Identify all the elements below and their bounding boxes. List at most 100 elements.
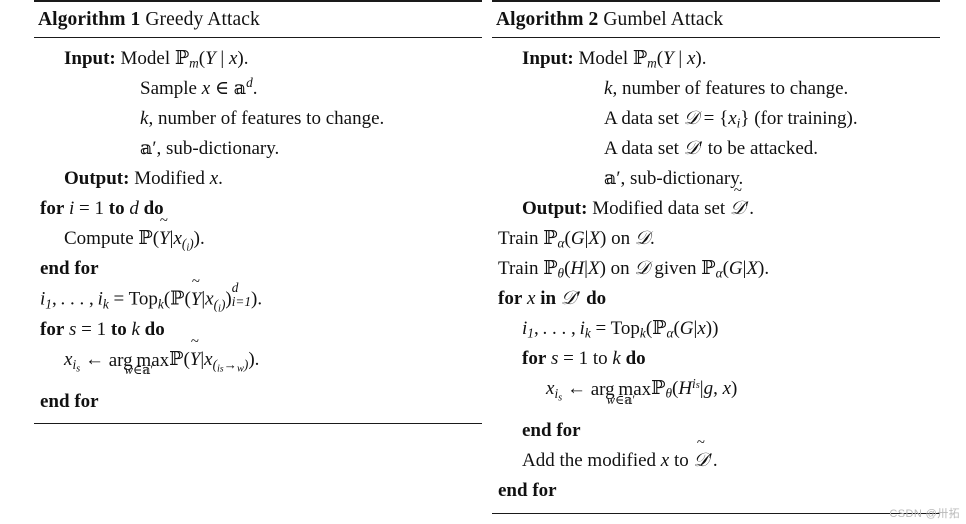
- keyword-model: Model: [120, 47, 171, 69]
- algorithm-2-line-argmax: xis ← arg max w∈𝕒′ ℙθ(His|g, x): [546, 375, 738, 407]
- keyword-end-for: end for: [40, 258, 99, 280]
- keyword-end-for: end for: [498, 480, 557, 502]
- math-argmax-operator: arg max w∈𝕒′: [590, 379, 652, 407]
- keyword-do: do: [144, 318, 165, 340]
- keyword-given: given: [654, 258, 697, 280]
- algorithm-2-line-k: k, number of features to change.: [604, 77, 849, 99]
- keyword-end-for: end for: [522, 420, 581, 442]
- keyword-for: for: [40, 318, 65, 340]
- algorithm-1-line-compute: Compute ℙ(Y|x(i)).: [34, 224, 482, 254]
- keyword-sample: Sample: [140, 77, 197, 99]
- text-number-of-features: , number of features to change.: [148, 107, 385, 129]
- algorithm-2-body: Input: Model ℙm(Y | x). k, number of fea…: [492, 38, 940, 512]
- keyword-train: Train: [498, 258, 539, 280]
- keyword-in: in: [540, 288, 557, 310]
- text-data-set: data set: [667, 198, 726, 220]
- keyword-model: Model: [578, 47, 629, 69]
- algorithm-1-title: Algorithm 1 Greedy Attack: [34, 2, 482, 37]
- algorithm-1-line-for-s: for s = 1 to k do: [40, 318, 165, 340]
- algorithm-2-line-for-x: for x in 𝒟′ do: [498, 288, 607, 310]
- algorithm-1-body: Input: Model ℙm(Y | x). Sample x ∈ 𝕒d. k…: [34, 38, 482, 423]
- text-modified: Modified: [134, 168, 205, 190]
- algorithm-1-line-for-i: for i = 1 to d do: [40, 198, 164, 220]
- math-dictionary-symbol: 𝕒: [604, 167, 617, 190]
- algorithm-2-bottom-rule: [492, 512, 940, 514]
- keyword-to: to: [110, 318, 127, 340]
- keyword-for: for: [40, 198, 65, 220]
- keyword-input: Input:: [522, 47, 574, 69]
- keyword-input: Input:: [64, 47, 116, 69]
- algorithm-2-line-output: Output: Modified data set 𝒟′.: [492, 194, 940, 224]
- text-add-the-modified: Add the modified: [522, 450, 657, 472]
- algorithm-1-line-sample: Sample x ∈ 𝕒d.: [140, 74, 258, 99]
- keyword-do: do: [625, 348, 646, 370]
- keyword-end-for: end for: [40, 390, 99, 412]
- algorithm-1-line-endfor-1: end for: [34, 254, 482, 284]
- math-topk-operator: Top: [128, 288, 158, 310]
- algorithm-1-line-endfor-2: end for: [34, 386, 482, 416]
- math-dataset-d: 𝒟: [683, 107, 699, 129]
- math-dataset-d-prime: 𝒟: [683, 137, 699, 159]
- algorithm-2-line-dataset-attack: A data set 𝒟′ to be attacked.: [604, 137, 819, 159]
- keyword-output: Output:: [522, 198, 588, 220]
- algorithm-2-line-subdict: 𝕒′, sub-dictionary.: [604, 167, 744, 190]
- algorithm-2-line-input: Input: Model ℙm(Y | x).: [522, 46, 707, 71]
- algorithm-2-line-add-modified: Add the modified x to 𝒟′.: [492, 446, 940, 476]
- text-number-of-features: , number of features to change.: [612, 77, 849, 99]
- algorithm-2-line-train-alpha: Train ℙα(G|X) on 𝒟.: [498, 227, 655, 251]
- algorithm-1-line-subdict: 𝕒′, sub-dictionary.: [140, 136, 280, 159]
- algorithm-1-line-k: k, number of features to change.: [140, 107, 385, 129]
- math-probability-symbol: ℙ: [543, 257, 558, 280]
- text-for-training: (for training).: [754, 107, 858, 129]
- text-sub-dictionary: , sub-dictionary.: [156, 137, 280, 159]
- algorithm-2-line-topk: i1, . . . , ik = Topk(ℙα(G|x)): [522, 317, 719, 342]
- algorithm-2-line-for-s: for s = 1 to k do: [522, 348, 646, 370]
- algorithm-1-line-topk: i1, . . . , ik = Topk(ℙ(Y|x(i))di=1).: [34, 281, 482, 315]
- algorithm-2-line-endfor-outer: end for: [492, 476, 940, 506]
- algorithm-1-line-argmax: xis ← arg max w∈𝕒′ ℙ(Y|x(is→w)).: [34, 344, 482, 386]
- keyword-to: to: [592, 348, 608, 370]
- algorithm-1-line-output: Output: Modified x.: [64, 168, 223, 190]
- math-argmax-operator: arg max w∈𝕒′: [108, 349, 170, 378]
- text-a-data-set: A data set: [604, 107, 679, 129]
- keyword-for: for: [498, 288, 523, 310]
- text-modified: Modified: [592, 198, 663, 220]
- algorithm-columns: Algorithm 1 Greedy Attack Input: Model ℙ…: [0, 0, 966, 514]
- text-sub-dictionary: , sub-dictionary.: [620, 168, 744, 190]
- text-to-be-attacked: to be attacked.: [707, 137, 819, 159]
- algorithm-2-label: Algorithm 2: [496, 9, 599, 30]
- math-topk-operator: Top: [610, 318, 640, 340]
- math-probability-symbol: ℙ: [138, 227, 153, 250]
- math-dataset-d-tilde: 𝒟: [730, 194, 745, 223]
- keyword-to: to: [673, 450, 689, 472]
- keyword-do: do: [586, 288, 607, 310]
- math-probability-symbol: ℙ: [543, 227, 558, 250]
- keyword-output: Output:: [64, 168, 130, 190]
- algorithm-2-title: Algorithm 2 Gumbel Attack: [492, 2, 940, 37]
- algorithm-1-block: Algorithm 1 Greedy Attack Input: Model ℙ…: [34, 0, 482, 425]
- algorithm-figure-page: Algorithm 1 Greedy Attack Input: Model ℙ…: [0, 0, 966, 524]
- text-a-data-set: A data set: [604, 137, 679, 159]
- math-probability-symbol: ℙ: [174, 46, 190, 69]
- keyword-for: for: [522, 348, 547, 370]
- algorithm-2-line-endfor-inner: end for: [492, 416, 940, 446]
- math-probability-symbol: ℙ: [632, 46, 648, 69]
- keyword-train: Train: [498, 228, 539, 250]
- keyword-compute: Compute: [64, 228, 134, 250]
- keyword-on: on: [611, 228, 631, 250]
- keyword-on: on: [610, 258, 630, 280]
- algorithm-1-bottom-rule: [34, 423, 482, 425]
- keyword-to: to: [108, 198, 125, 220]
- algorithm-2-line-dataset-train: A data set 𝒟 = {xi} (for training).: [604, 107, 858, 131]
- math-y-tilde: Y: [159, 224, 170, 253]
- algorithm-1-line-input: Input: Model ℙm(Y | x).: [64, 46, 249, 71]
- math-dictionary-symbol: 𝕒: [140, 136, 153, 159]
- algorithm-2-line-train-theta: Train ℙθ(H|X) on 𝒟 given ℙα(G|X).: [498, 257, 770, 281]
- algorithm-1-label: Algorithm 1: [38, 9, 141, 30]
- algorithm-2-name: Gumbel Attack: [603, 9, 724, 30]
- math-dictionary-symbol: 𝕒: [233, 76, 247, 99]
- csdn-watermark: CSDN @卅拓: [889, 508, 960, 520]
- algorithm-2-block: Algorithm 2 Gumbel Attack Input: Model ℙ…: [492, 0, 940, 514]
- algorithm-1-name: Greedy Attack: [145, 9, 260, 30]
- math-dataset-d-tilde: 𝒟: [694, 446, 709, 475]
